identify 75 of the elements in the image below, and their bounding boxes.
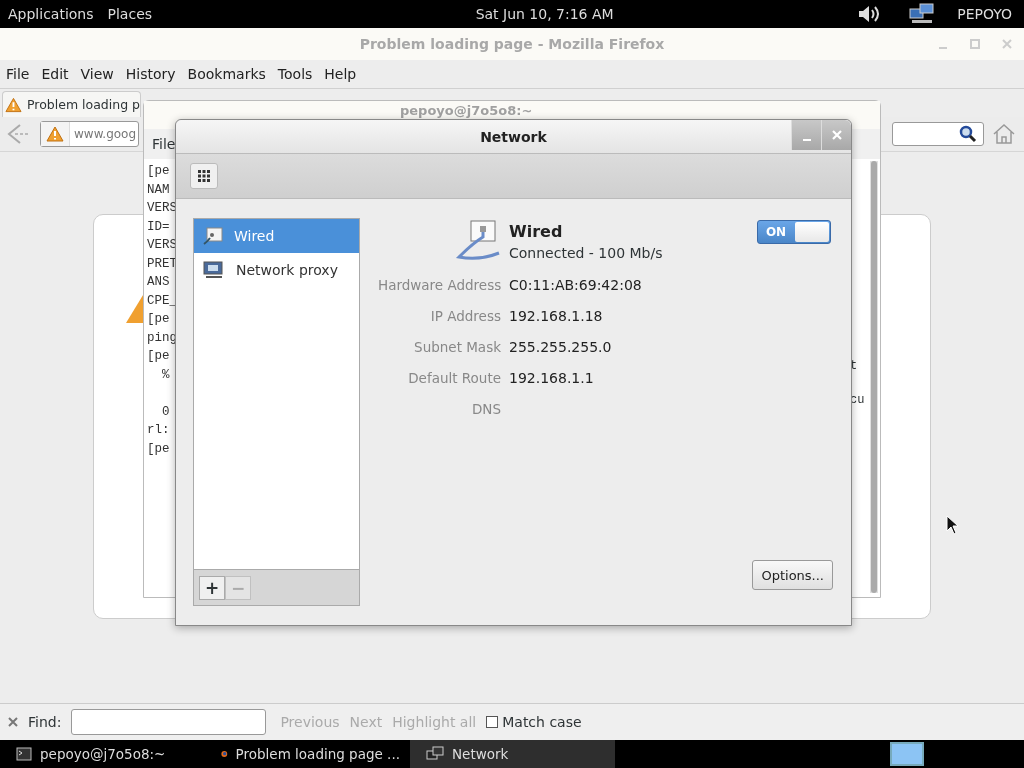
scrollbar[interactable] (871, 161, 877, 593)
terminal-line: VERS (147, 237, 177, 254)
menu-item[interactable]: Bookmarks (187, 66, 266, 82)
terminal-icon (16, 747, 32, 761)
terminal-line: NAM (147, 181, 170, 199)
window-title: pepoyo@j7o5o8:~ (400, 103, 533, 118)
menu-item[interactable]: Edit (41, 66, 69, 82)
terminal-line: 0 (161, 403, 170, 421)
terminal-line: PRET (147, 255, 177, 273)
terminal-line: [pe (147, 163, 170, 180)
detail-label: DNS (470, 401, 501, 419)
options-button[interactable]: Options... (752, 560, 833, 590)
taskbar-item[interactable]: pepoyo@j7o5o8:~ (0, 740, 205, 768)
find-label: Find: (28, 714, 62, 730)
terminal-line: [pe (147, 311, 170, 328)
terminal-line: ID= (147, 218, 170, 236)
minimize-icon (801, 139, 812, 141)
window-title: Problem loading page - Mozilla Firefox (359, 36, 665, 52)
taskbar-item[interactable]: Network (410, 740, 615, 768)
clock[interactable]: Sat Jun 10, 7:16 AM (475, 6, 614, 22)
detail-label: Subnet Mask (413, 339, 501, 357)
mouse-cursor-icon (946, 515, 960, 535)
close-button[interactable] (821, 120, 851, 150)
grid-icon (198, 170, 210, 182)
url-field[interactable]: www.goog (40, 121, 140, 147)
ethernet-icon (202, 226, 224, 246)
terminal-line: [pe (147, 440, 170, 458)
detail-value: 192.168.1.18 (509, 308, 603, 324)
search-field[interactable] (892, 122, 984, 146)
detail-label: Hardware Address (378, 277, 501, 295)
browser-tab[interactable]: Problem loading p (2, 91, 141, 117)
terminal-line: ANS (147, 274, 170, 291)
detail-value: 255.255.255.0 (509, 339, 612, 355)
checkbox-label[interactable]: Match case (502, 714, 582, 730)
device-list-item[interactable]: Network proxy (194, 253, 359, 287)
warning-icon (5, 96, 22, 113)
menu-item[interactable]: History (125, 66, 176, 82)
minimize-button[interactable] (791, 120, 821, 150)
minimize-icon[interactable] (938, 47, 948, 49)
detail-value: C0:11:AB:69:42:08 (509, 277, 642, 293)
home-icon[interactable] (992, 123, 1016, 145)
device-name: Wired (509, 221, 563, 241)
terminal-line: VERS (147, 200, 177, 217)
workspace-switcher[interactable] (890, 742, 924, 766)
add-button[interactable]: + (199, 575, 225, 600)
connection-status: Connected - 100 Mb/s (509, 244, 663, 261)
detail-value: 192.168.1.1 (509, 370, 594, 386)
terminal-line: % (161, 366, 170, 384)
panel-menu[interactable]: Applications (8, 6, 94, 22)
network-computers-icon (202, 260, 226, 280)
volume-icon[interactable] (857, 4, 882, 24)
terminal-line: rl: (147, 422, 170, 439)
menu-item[interactable]: File (6, 66, 30, 82)
menu-item[interactable]: Tools (277, 66, 313, 82)
find-field[interactable] (71, 709, 267, 735)
all-settings-button[interactable] (190, 163, 218, 189)
menu-item[interactable]: File (152, 136, 176, 152)
taskbar-item[interactable]: Problem loading page ... (205, 740, 410, 768)
menu-item[interactable]: View (80, 66, 114, 82)
menu-item[interactable]: Help (324, 66, 357, 82)
search-icon[interactable] (959, 125, 977, 143)
window-title: Network (480, 128, 547, 145)
warning-icon (46, 126, 64, 142)
terminal-line: CPE_ (147, 292, 177, 310)
user-menu[interactable]: PEPOYO (957, 6, 1012, 22)
maximize-icon[interactable] (970, 39, 980, 49)
network-computers-icon (426, 746, 444, 762)
terminal-line: [pe (147, 348, 170, 365)
close-icon[interactable] (8, 717, 18, 727)
network-computers-icon[interactable] (909, 3, 936, 25)
checkbox[interactable] (486, 716, 499, 728)
close-icon (831, 130, 842, 140)
panel-menu[interactable]: Places (107, 6, 153, 22)
detail-label: IP Address (429, 308, 501, 326)
detail-label: Default Route (407, 370, 501, 388)
